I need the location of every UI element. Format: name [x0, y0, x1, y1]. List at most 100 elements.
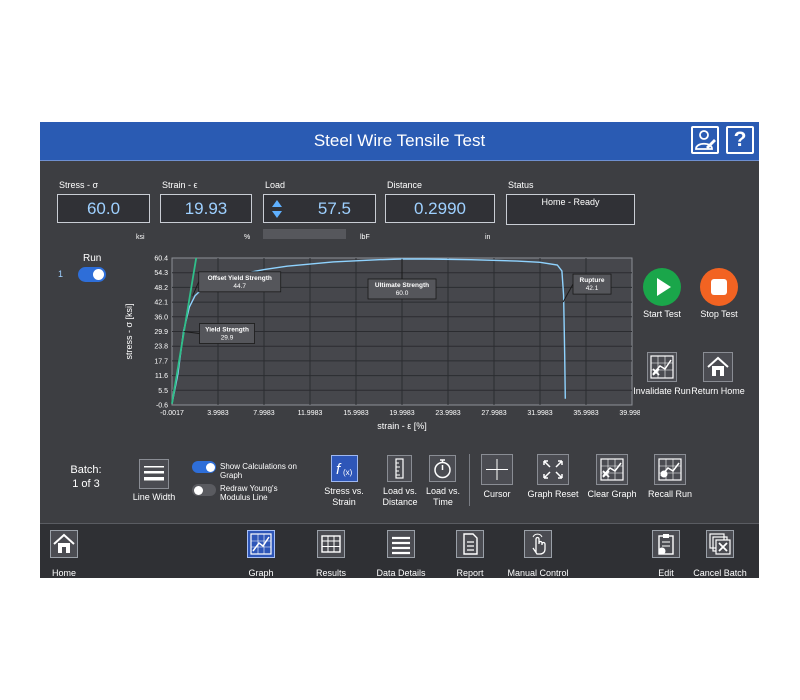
- load-vs-time-label: Load vs. Time: [425, 486, 461, 507]
- distance-readout: 0.2990: [385, 194, 495, 223]
- batch-label: Batch:: [70, 464, 102, 476]
- load-unit: lbF: [360, 234, 370, 241]
- page-title: Steel Wire Tensile Test: [313, 131, 486, 150]
- x-tick-label: 3.9983: [207, 410, 229, 417]
- title-bar: Steel Wire Tensile Test ?: [40, 122, 759, 161]
- stress-label: Stress - σ: [59, 180, 99, 190]
- cursor-label: Cursor: [483, 489, 511, 499]
- y-tick-label: 60.4: [154, 256, 168, 263]
- y-tick-label: 42.1: [154, 300, 168, 307]
- recall-run-button[interactable]: [654, 454, 686, 485]
- x-tick-label: 23.9983: [435, 410, 460, 417]
- stopwatch-icon: [434, 459, 451, 479]
- return-home-button[interactable]: [703, 352, 733, 382]
- strain-readout: 19.93: [160, 194, 252, 223]
- x-tick-label: 39.9983: [619, 410, 640, 417]
- annotation-title: Offset Yield Strength: [208, 275, 272, 282]
- ruler-icon: [395, 458, 404, 479]
- cancel-stack-icon: [709, 533, 731, 555]
- nav-cancel-batch-label: Cancel Batch: [693, 568, 747, 578]
- user-settings-button[interactable]: [691, 126, 719, 154]
- status-label: Status: [508, 180, 534, 190]
- nav-graph[interactable]: Graph: [247, 524, 275, 578]
- nav-home-label: Home: [51, 568, 76, 578]
- stress-vs-strain-label: Stress vs. Strain: [324, 486, 364, 507]
- nav-results[interactable]: Results: [316, 524, 346, 578]
- recall-run-label: Recall Run: [647, 489, 693, 499]
- y-tick-label: 11.6: [155, 373, 168, 380]
- home-icon: [53, 533, 75, 553]
- home-icon: [707, 356, 729, 376]
- status-readout: Home - Ready: [506, 194, 635, 225]
- y-tick-label: 5.5: [158, 388, 168, 395]
- x-tick-label: 11.9983: [298, 410, 323, 417]
- stress-vs-strain-button[interactable]: f (x): [331, 455, 358, 482]
- graph-icon: [250, 533, 272, 555]
- document-icon: [463, 533, 478, 555]
- y-tick-label: 29.9: [154, 329, 168, 336]
- invalidate-run-label: Invalidate Run: [633, 386, 691, 396]
- y-tick-label: 23.8: [154, 344, 168, 351]
- annotation-value: 42.1: [586, 285, 599, 292]
- help-button[interactable]: ?: [726, 126, 754, 154]
- show-calculations-toggle[interactable]: [192, 461, 216, 473]
- x-tick-label: 19.9983: [389, 410, 414, 417]
- nav-data-details[interactable]: Data Details: [376, 524, 426, 578]
- line-width-button[interactable]: [139, 459, 169, 489]
- start-test-label: Start Test: [643, 309, 681, 319]
- run-label: Run: [83, 253, 102, 264]
- x-tick-label: 31.9983: [527, 410, 552, 417]
- start-test-button[interactable]: [643, 268, 681, 306]
- svg-text:(x): (x): [343, 468, 353, 477]
- nav-report[interactable]: Report: [456, 524, 484, 578]
- nav-home[interactable]: Home: [50, 524, 78, 578]
- clear-chart-icon: [600, 458, 624, 481]
- clear-graph-button[interactable]: [596, 454, 628, 485]
- annotation-title: Yield Strength: [205, 327, 249, 334]
- play-icon: [657, 278, 671, 296]
- clear-graph-label: Clear Graph: [587, 489, 637, 499]
- stress-readout: 60.0: [57, 194, 150, 223]
- stress-unit: ksi: [136, 234, 145, 241]
- x-tick-label: 35.9983: [573, 410, 598, 417]
- line-width-label: Line Width: [132, 492, 176, 502]
- stop-test-button[interactable]: [700, 268, 738, 306]
- expand-icon: [543, 460, 563, 479]
- annotation-value: 44.7: [233, 283, 246, 290]
- y-tick-label: 54.3: [154, 270, 168, 277]
- stop-test-label: Stop Test: [700, 309, 738, 319]
- list-icon: [392, 536, 410, 555]
- bottom-nav: Home Graph Results Data Details Report M…: [40, 523, 759, 578]
- redraw-youngs-toggle[interactable]: [192, 484, 216, 496]
- stress-strain-chart[interactable]: -0.0017 3.9983 7.9983 11.9983 15.9983 19.9983…: [120, 250, 640, 448]
- invalidate-run-button[interactable]: [647, 352, 677, 382]
- run-number: 1: [58, 269, 64, 279]
- nav-cancel-batch[interactable]: Cancel Batch: [693, 524, 747, 578]
- batch-value: 1 of 3: [72, 478, 100, 490]
- graph-reset-button[interactable]: [537, 454, 569, 485]
- x-tick-label: -0.0017: [160, 410, 184, 417]
- return-home-label: Return Home: [691, 386, 745, 396]
- clipboard-edit-icon: [658, 534, 674, 555]
- x-tick-label: 27.9983: [481, 410, 506, 417]
- x-axis-label: strain - ε [%]: [377, 421, 427, 431]
- function-icon: f (x): [336, 461, 353, 478]
- load-vs-time-button[interactable]: [429, 455, 456, 482]
- table-icon: [321, 535, 341, 553]
- run-toggle[interactable]: [78, 267, 106, 282]
- stop-icon: [711, 279, 727, 295]
- show-calculations-label: Show Calculations on Graph: [220, 462, 297, 480]
- svg-text:f: f: [336, 461, 342, 478]
- nav-manual-control[interactable]: Manual Control: [507, 524, 569, 578]
- redraw-youngs-label: Redraw Young's Modulus Line: [220, 484, 278, 502]
- strain-unit: %: [244, 234, 251, 241]
- load-vs-distance-button[interactable]: [387, 455, 412, 482]
- y-tick-label: 17.7: [154, 358, 168, 365]
- x-tick-label: 7.9983: [253, 410, 275, 417]
- cursor-button[interactable]: [481, 454, 513, 485]
- recall-chart-icon: [658, 458, 682, 481]
- distance-label: Distance: [387, 180, 423, 190]
- x-tick-label: 15.9983: [343, 410, 368, 417]
- y-tick-label: -0.6: [156, 403, 168, 410]
- user-edit-icon: [695, 130, 716, 150]
